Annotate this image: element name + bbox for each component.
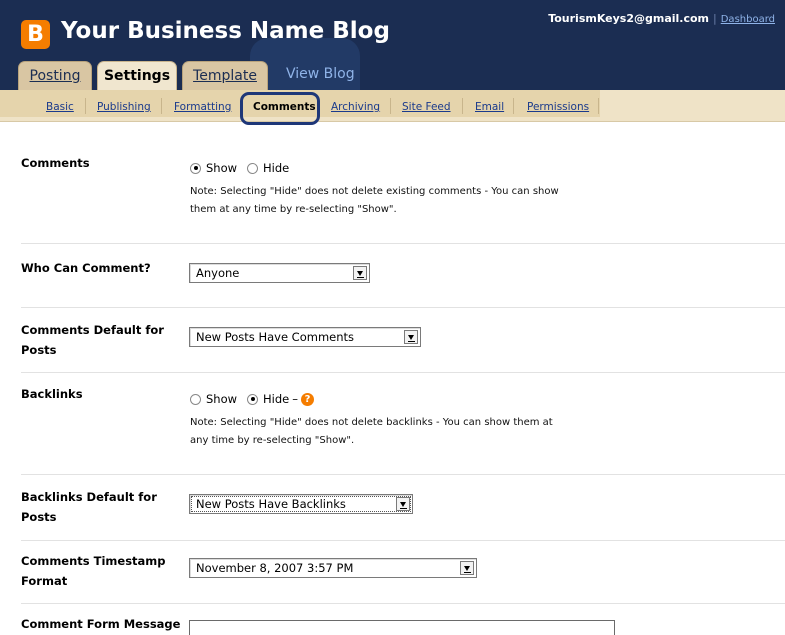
backlinks-hide-label: Hide — [263, 392, 290, 406]
blogger-header: B Your Business Name Blog TourismKeys2@g… — [0, 0, 785, 90]
timestamp-format-label-line1: Comments Timestamp — [21, 554, 166, 568]
section-divider — [21, 603, 785, 604]
backlinks-hide-radio[interactable] — [247, 393, 259, 405]
comments-label: Comments — [21, 156, 90, 170]
dropdown-arrow-icon — [404, 330, 418, 344]
backlinks-label: Backlinks — [21, 387, 83, 401]
section-divider — [21, 307, 785, 308]
subnav-email[interactable]: Email — [475, 101, 504, 113]
comments-radio-group: Show Hide — [190, 161, 289, 175]
backlinks-default-select[interactable]: New Posts Have Backlinks — [189, 494, 413, 514]
timestamp-format-label-line2: Format — [21, 574, 68, 588]
logo-letter: B — [27, 22, 44, 47]
timestamp-format-value: November 8, 2007 3:57 PM — [196, 561, 354, 575]
tab-posting[interactable]: Posting — [18, 61, 92, 90]
comments-note-line2: them at any time by re-selecting "Show". — [190, 204, 397, 215]
comments-highlight-ring — [240, 92, 320, 125]
subnav-divider — [390, 98, 391, 114]
who-can-comment-select[interactable]: Anyone — [189, 263, 370, 283]
backlinks-default-label: Backlinks Default for Posts — [21, 487, 157, 527]
backlinks-show-label: Show — [206, 392, 238, 406]
help-question-icon[interactable]: ? — [301, 392, 314, 406]
comment-form-message-label: Comment Form Message — [21, 617, 181, 631]
section-divider — [21, 243, 785, 244]
account-separator: | — [713, 12, 717, 25]
comments-hide-radio[interactable] — [247, 162, 259, 174]
blogger-logo-icon[interactable]: B — [21, 20, 50, 49]
comments-hide-label: Hide — [263, 161, 290, 175]
subnav-divider — [161, 98, 162, 114]
who-can-comment-value: Anyone — [196, 266, 240, 280]
subnav-formatting[interactable]: Formatting — [174, 101, 231, 113]
account-bar: TourismKeys2@gmail.com | Dashboard — [548, 12, 775, 25]
tab-settings[interactable]: Settings — [97, 61, 177, 90]
comments-default-select[interactable]: New Posts Have Comments — [189, 327, 421, 347]
timestamp-format-label: Comments Timestamp Format — [21, 551, 166, 591]
comments-show-label: Show — [206, 161, 238, 175]
section-divider — [21, 540, 785, 541]
settings-subnav: Basic Publishing Formatting Comments Arc… — [0, 90, 785, 122]
timestamp-format-select[interactable]: November 8, 2007 3:57 PM — [189, 558, 477, 578]
dropdown-arrow-icon — [353, 266, 367, 280]
backlinks-radio-group: Show Hide – ? — [190, 392, 314, 406]
backlinks-note-line2: any time by re-selecting "Show". — [190, 435, 355, 446]
view-blog-link[interactable]: View Blog — [286, 66, 355, 82]
section-divider — [21, 474, 785, 475]
comments-default-label-line2: Posts — [21, 343, 57, 357]
subnav-basic[interactable]: Basic — [46, 101, 74, 113]
comments-note: Note: Selecting "Hide" does not delete e… — [190, 183, 580, 219]
backlinks-note-line1: Note: Selecting "Hide" does not delete b… — [190, 417, 553, 428]
comments-note-line1: Note: Selecting "Hide" does not delete e… — [190, 186, 559, 197]
subnav-site-feed[interactable]: Site Feed — [402, 101, 451, 113]
backlinks-dash: – — [292, 392, 298, 406]
dropdown-arrow-icon — [396, 497, 410, 511]
subnav-archiving[interactable]: Archiving — [331, 101, 380, 113]
backlinks-show-radio[interactable] — [190, 393, 201, 405]
subnav-divider — [598, 98, 599, 114]
subnav-permissions[interactable]: Permissions — [527, 101, 589, 113]
comments-show-radio[interactable] — [190, 162, 201, 174]
backlinks-default-label-line1: Backlinks Default for — [21, 490, 157, 504]
tab-template[interactable]: Template — [182, 61, 268, 90]
comment-form-message-textarea[interactable] — [189, 620, 615, 635]
backlinks-default-label-line2: Posts — [21, 510, 57, 524]
subnav-divider — [513, 98, 514, 114]
section-divider — [21, 372, 785, 373]
subnav-divider — [85, 98, 86, 114]
who-can-comment-label: Who Can Comment? — [21, 261, 151, 275]
subnav-publishing[interactable]: Publishing — [97, 101, 151, 113]
comments-default-label: Comments Default for Posts — [21, 320, 164, 360]
comments-default-label-line1: Comments Default for — [21, 323, 164, 337]
dashboard-link[interactable]: Dashboard — [721, 14, 775, 25]
blog-title: Your Business Name Blog — [61, 18, 390, 44]
backlinks-default-value: New Posts Have Backlinks — [196, 497, 346, 511]
subnav-divider — [462, 98, 463, 114]
dropdown-arrow-icon — [460, 561, 474, 575]
backlinks-note: Note: Selecting "Hide" does not delete b… — [190, 414, 580, 450]
comments-default-value: New Posts Have Comments — [196, 330, 355, 344]
account-email: TourismKeys2@gmail.com — [548, 12, 710, 25]
